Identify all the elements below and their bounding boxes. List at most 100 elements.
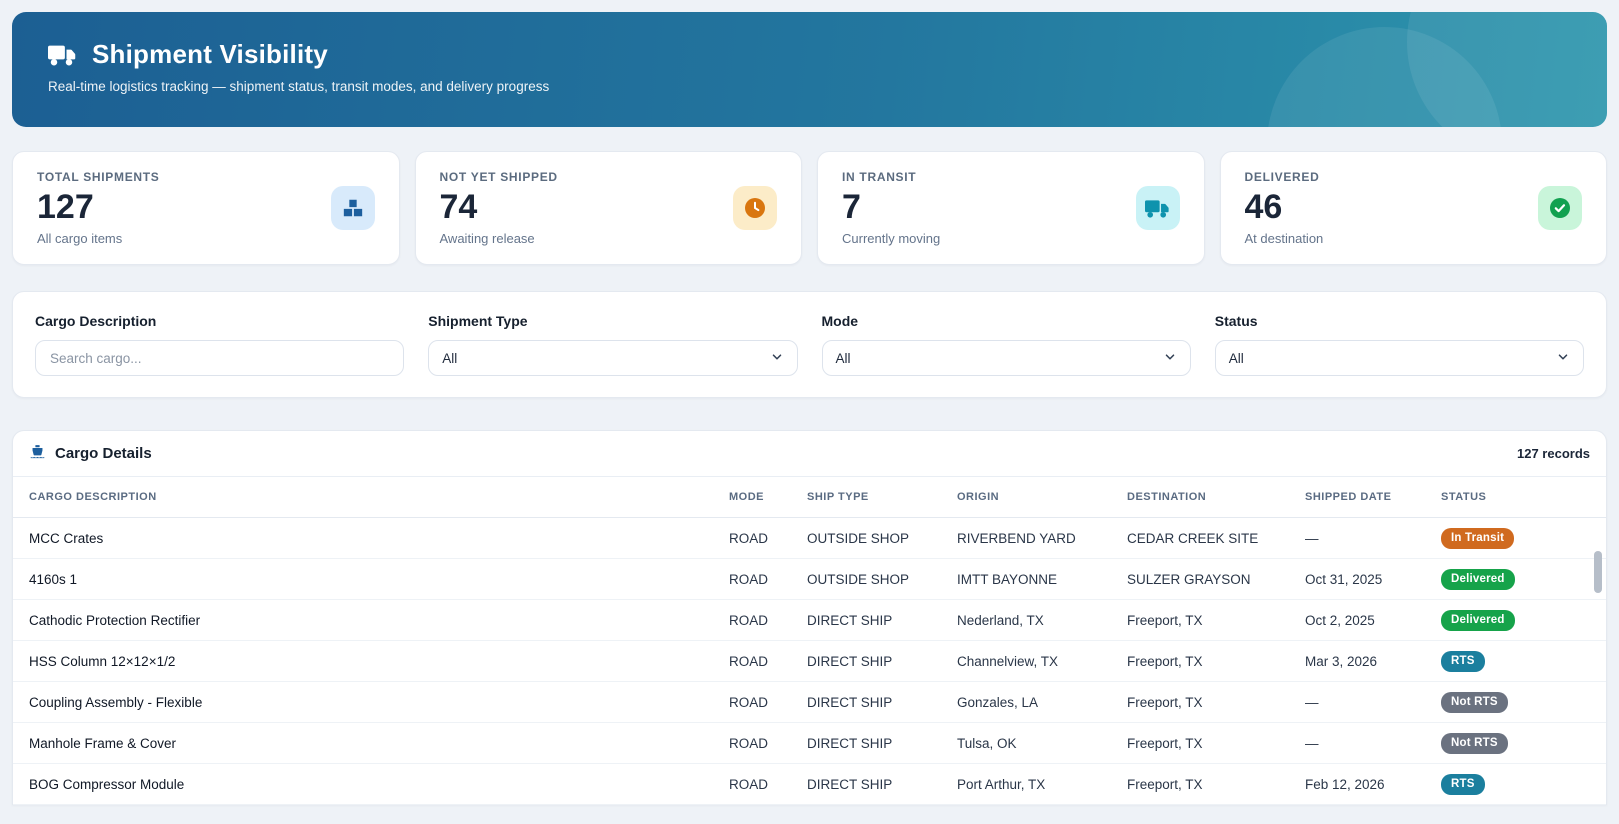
selected-value: All xyxy=(835,350,851,366)
filter-mode: Mode All xyxy=(821,313,1191,376)
cell-mode: ROAD xyxy=(729,653,769,669)
cell-origin: Tulsa, OK xyxy=(957,735,1017,751)
stat-label: DELIVERED xyxy=(1244,170,1320,185)
cell-destination: CEDAR CREEK SITE xyxy=(1127,530,1259,546)
table-row[interactable]: Cathodic Protection Rectifier ROAD DIREC… xyxy=(13,600,1606,641)
table-body: MCC Crates ROAD OUTSIDE SHOP RIVERBEND Y… xyxy=(13,518,1606,805)
column-header-cargo-description: CARGO DESCRIPTION xyxy=(29,491,157,503)
cell-destination: Freeport, TX xyxy=(1127,776,1203,792)
filter-bar: Cargo Description Shipment Type All Mode… xyxy=(12,291,1607,398)
cell-mode: ROAD xyxy=(729,694,769,710)
cell-shipped-date: — xyxy=(1305,735,1319,751)
cell-cargo-description: MCC Crates xyxy=(29,530,104,546)
chevron-down-icon xyxy=(770,350,784,367)
cell-destination: Freeport, TX xyxy=(1127,612,1203,628)
cell-ship-type: OUTSIDE SHOP xyxy=(807,571,910,587)
stat-label: IN TRANSIT xyxy=(842,170,917,185)
decorative-circle xyxy=(1407,12,1607,127)
status-select[interactable]: All xyxy=(1214,340,1584,376)
table-row[interactable]: Manhole Frame & Cover ROAD DIRECT SHIP T… xyxy=(13,723,1606,764)
page-title: Shipment Visibility xyxy=(92,39,328,69)
stat-card-delivered: DELIVERED 46 At destination xyxy=(1219,151,1607,265)
column-header-status: STATUS xyxy=(1441,491,1487,503)
mode-select[interactable]: All xyxy=(821,340,1191,376)
stat-sublabel: At destination xyxy=(1244,230,1324,246)
column-header-ship-type: SHIP TYPE xyxy=(807,491,869,503)
status-badge: Not RTS xyxy=(1441,691,1508,713)
cell-ship-type: DIRECT SHIP xyxy=(807,653,893,669)
search-input[interactable] xyxy=(35,340,405,376)
filter-shipment-type: Shipment Type All xyxy=(428,313,798,376)
status-badge: Not RTS xyxy=(1441,732,1508,754)
shipment-visibility-page: Shipment Visibility Real-time logistics … xyxy=(0,0,1619,824)
stat-label: TOTAL SHIPMENTS xyxy=(37,170,160,185)
filter-label: Shipment Type xyxy=(428,313,528,329)
records-count: 127 records xyxy=(1517,446,1590,461)
cell-shipped-date: — xyxy=(1305,694,1319,710)
column-header-shipped-date: SHIPPED DATE xyxy=(1305,491,1392,503)
scrollbar-thumb[interactable] xyxy=(1594,551,1602,593)
cell-shipped-date: Mar 3, 2026 xyxy=(1305,653,1378,669)
vertical-scrollbar[interactable] xyxy=(1594,527,1602,801)
filter-label: Cargo Description xyxy=(35,313,157,329)
cell-shipped-date: Feb 12, 2026 xyxy=(1305,776,1385,792)
cell-mode: ROAD xyxy=(729,612,769,628)
stats-row: TOTAL SHIPMENTS 127 All cargo items NOT … xyxy=(12,151,1607,265)
chevron-down-icon xyxy=(1556,350,1570,367)
stat-sublabel: Currently moving xyxy=(842,230,941,246)
table-row[interactable]: MCC Crates ROAD OUTSIDE SHOP RIVERBEND Y… xyxy=(13,518,1606,559)
boxes-icon xyxy=(330,186,375,230)
table-row[interactable]: 4160s 1 ROAD OUTSIDE SHOP IMTT BAYONNE S… xyxy=(13,559,1606,600)
chevron-down-icon xyxy=(1163,350,1177,367)
status-badge: RTS xyxy=(1441,773,1485,795)
cell-cargo-description: 4160s 1 xyxy=(29,571,78,587)
cell-cargo-description: Coupling Assembly - Flexible xyxy=(29,694,203,710)
column-header-origin: ORIGIN xyxy=(957,491,1000,503)
cell-ship-type: DIRECT SHIP xyxy=(807,612,893,628)
check-circle-icon xyxy=(1538,186,1582,230)
cell-mode: ROAD xyxy=(729,735,769,751)
selected-value: All xyxy=(442,350,458,366)
cell-destination: SULZER GRAYSON xyxy=(1127,571,1251,587)
status-badge: Delivered xyxy=(1441,568,1515,590)
truck-icon xyxy=(1135,186,1180,230)
column-header-destination: DESTINATION xyxy=(1127,491,1207,503)
cell-shipped-date: Oct 2, 2025 xyxy=(1305,612,1375,628)
cell-ship-type: OUTSIDE SHOP xyxy=(807,530,910,546)
cell-destination: Freeport, TX xyxy=(1127,653,1203,669)
cell-destination: Freeport, TX xyxy=(1127,735,1203,751)
table-title: Cargo Details xyxy=(55,445,152,462)
cell-cargo-description: BOG Compressor Module xyxy=(29,776,185,792)
page-header-banner: Shipment Visibility Real-time logistics … xyxy=(12,12,1607,127)
filter-label: Mode xyxy=(821,313,859,329)
cell-mode: ROAD xyxy=(729,776,769,792)
cell-origin: IMTT BAYONNE xyxy=(957,571,1058,587)
cell-mode: ROAD xyxy=(729,571,769,587)
cell-destination: Freeport, TX xyxy=(1127,694,1203,710)
shipment-type-select[interactable]: All xyxy=(428,340,798,376)
cell-cargo-description: Cathodic Protection Rectifier xyxy=(29,612,201,628)
cell-mode: ROAD xyxy=(729,530,769,546)
status-badge: RTS xyxy=(1441,650,1485,672)
cell-origin: Nederland, TX xyxy=(957,612,1044,628)
stat-card-in-transit: IN TRANSIT 7 Currently moving xyxy=(817,151,1205,265)
table-titlebar: Cargo Details 127 records xyxy=(13,431,1606,477)
stat-value: 46 xyxy=(1244,188,1283,227)
stat-value: 7 xyxy=(842,188,861,227)
column-header-mode: MODE xyxy=(729,491,764,503)
filter-cargo-description: Cargo Description xyxy=(35,313,405,376)
table-row[interactable]: HSS Column 12×12×1/2 ROAD DIRECT SHIP Ch… xyxy=(13,641,1606,682)
cell-origin: RIVERBEND YARD xyxy=(957,530,1076,546)
stat-value: 74 xyxy=(439,188,478,227)
cell-cargo-description: HSS Column 12×12×1/2 xyxy=(29,653,176,669)
truck-icon xyxy=(48,43,78,67)
stat-label: NOT YET SHIPPED xyxy=(439,170,558,185)
table-row[interactable]: BOG Compressor Module ROAD DIRECT SHIP P… xyxy=(13,764,1606,805)
cell-ship-type: DIRECT SHIP xyxy=(807,776,893,792)
cell-shipped-date: Oct 31, 2025 xyxy=(1305,571,1383,587)
table-row[interactable]: Coupling Assembly - Flexible ROAD DIRECT… xyxy=(13,682,1606,723)
table-wrap: CARGO DESCRIPTION MODE SHIP TYPE ORIGIN … xyxy=(13,477,1606,805)
cell-ship-type: DIRECT SHIP xyxy=(807,735,893,751)
ship-icon xyxy=(29,443,46,464)
cell-ship-type: DIRECT SHIP xyxy=(807,694,893,710)
